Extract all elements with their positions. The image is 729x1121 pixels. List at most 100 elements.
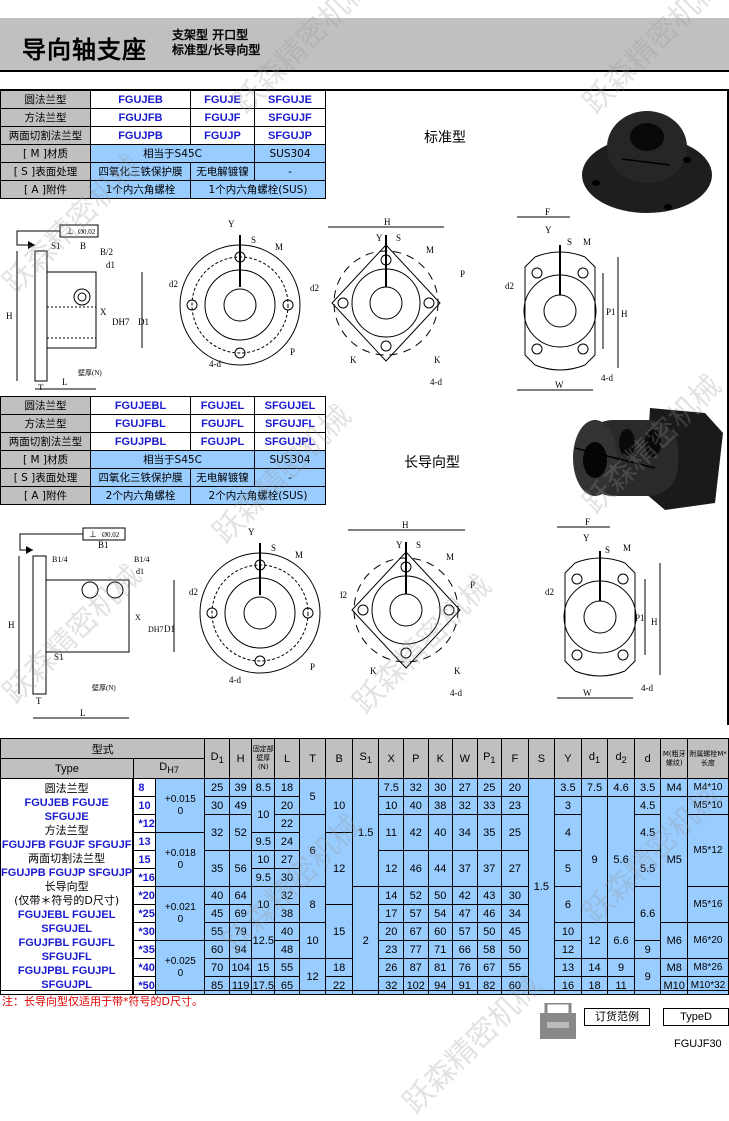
label-S: S — [251, 235, 256, 245]
mount-hole — [571, 573, 583, 585]
cell-T: 6 — [298, 814, 327, 887]
cell-K: 50 — [427, 886, 454, 905]
label-W: W — [583, 688, 592, 698]
cell-d: 9 — [633, 940, 662, 959]
bore-diameter: *40 — [132, 958, 157, 977]
material-row: [ M ]材质 相当于S45C SUS304 — [0, 450, 326, 469]
product-code: SFGUJPL — [254, 432, 326, 451]
bore-diameter: *25 — [132, 904, 157, 923]
label-d2: d2 — [189, 587, 198, 597]
cell-P1: 35 — [476, 814, 503, 851]
col-header-L: L — [274, 738, 300, 779]
cell-D1: 45 — [204, 904, 230, 923]
cell-d1: 14 — [580, 958, 609, 977]
cell-L: 65 — [274, 976, 300, 995]
cell-L: 48 — [274, 940, 300, 959]
label-L: L — [80, 708, 86, 718]
label-B1-quarter: B1/4 — [52, 555, 68, 564]
material-steel: 相当于S45C — [90, 144, 255, 163]
cell-d1: 12 — [580, 922, 609, 959]
long-cut-flange-drawing: F Y S M d2 P1 H W 4-d — [545, 517, 661, 699]
label-K: K — [454, 666, 461, 676]
cell-P1: 67 — [476, 958, 503, 977]
cell-d: 4.5 — [633, 814, 662, 851]
cell-D1: 32 — [204, 814, 230, 851]
cell-P: 102 — [402, 976, 429, 995]
label-P: P — [290, 347, 295, 357]
cell-W: 91 — [452, 976, 478, 995]
product-code: FGUJEL — [190, 396, 255, 415]
cell-N: 17.5 — [251, 976, 276, 995]
material-stainless: SUS304 — [254, 144, 326, 163]
cell-P1: 25 — [476, 778, 503, 797]
cell-W: 27 — [452, 778, 478, 797]
mount-hole — [531, 343, 543, 355]
cell-d: 4.5 — [633, 796, 662, 815]
cell-B: 12 — [325, 832, 353, 905]
label-d2: d2 — [505, 281, 514, 291]
surface-oxide: 四氧化三铁保护膜 — [90, 468, 191, 487]
bore-circle — [583, 600, 617, 634]
tolerance-cell: +0.021 0 — [155, 886, 206, 941]
cell-W: 57 — [452, 922, 478, 941]
cell-T: 5 — [298, 778, 327, 815]
standard-spec-table: 圆法兰型 FGUJEB FGUJE SFGUJE 方法兰型 FGUJFB FGU… — [0, 90, 326, 199]
surface-row: [ S ]表面处理 四氧化三铁保护膜 无电解镀镍 - — [0, 162, 326, 181]
cell-S1: 2 — [351, 886, 380, 995]
cell-Y: 12 — [554, 940, 582, 959]
cell-P1: 46 — [476, 904, 503, 923]
label-K: K — [370, 666, 377, 676]
page-title: 导向轴支座 — [22, 36, 147, 64]
label-D1: D1 — [138, 317, 149, 327]
label-B1-quarter: B1/4 — [134, 555, 150, 564]
cell-F: 25 — [501, 814, 529, 851]
cell-T: 8 — [298, 886, 327, 923]
cell-F: 34 — [501, 904, 529, 923]
col-header-M: M(粗牙螺纹) — [660, 738, 688, 779]
col-header-T: T — [298, 738, 327, 779]
dimensions-body: 圆法兰型 FGUJEB FGUJE SFGUJE 方法兰型 FGUJFB FGUJF … — [0, 778, 729, 995]
col-header-N: 固定部壁厚(N) — [251, 738, 276, 779]
cell-X: 23 — [378, 940, 404, 959]
accessory-row: [ A ]附件 1个内六角螺栓 1个内六角螺栓(SUS) — [0, 180, 326, 199]
label-H: H — [384, 217, 391, 227]
perpendicularity-symbol: ⊥ — [89, 529, 97, 539]
cell-K: 81 — [427, 958, 454, 977]
label-Y: Y — [228, 219, 235, 229]
cell-H: 52 — [228, 814, 253, 851]
label-F: F — [545, 207, 550, 217]
cell-L: 24 — [274, 832, 300, 851]
order-example-icon — [540, 1003, 576, 1039]
accessory-steel: 1个内六角螺栓 — [90, 180, 191, 199]
label-d1: d1 — [106, 260, 115, 270]
cell-H: 79 — [228, 922, 253, 941]
standard-square-flange-drawing: H Y S M d2 P K K 4-d — [310, 217, 465, 387]
cell-W: 47 — [452, 904, 478, 923]
type-codes: FGUJFB FGUJF SFGUJF — [1, 838, 132, 851]
cell-H: 69 — [228, 904, 253, 923]
spec-row: 圆法兰型 FGUJEBL FGUJEL SFGUJEL — [0, 396, 326, 415]
cell-W: 42 — [452, 886, 478, 905]
flange-outline — [34, 250, 48, 382]
mount-hole — [357, 604, 369, 616]
hub-outline — [45, 579, 130, 653]
flange-outline — [32, 555, 47, 695]
label-Y: Y — [583, 533, 590, 543]
cell-Y: 3 — [554, 796, 582, 815]
cell-Y: 16 — [554, 976, 582, 995]
label-d2: d2 — [545, 587, 554, 597]
cell-M: M8 — [660, 958, 688, 977]
label-H: H — [8, 620, 15, 630]
tolerance-lower: 0 — [177, 913, 184, 925]
product-code: SFGUJFL — [254, 414, 326, 433]
cell-Y: 5 — [554, 850, 582, 887]
label-B: B — [80, 241, 86, 251]
cell-X: 20 — [378, 922, 404, 941]
label-Y: Y — [376, 233, 383, 243]
cell-S1: 1.5 — [351, 778, 380, 887]
cell-K: 30 — [427, 778, 454, 797]
cell-N: 10 — [251, 850, 276, 869]
subtitle-line-1: 支架型 开口型 — [172, 28, 249, 42]
type-category-label: 长导向型 — [44, 879, 89, 893]
cell-X: 14 — [378, 886, 404, 905]
